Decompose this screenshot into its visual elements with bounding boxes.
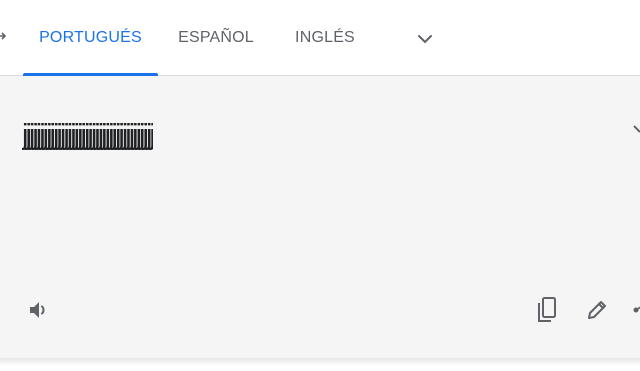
copy-icon: [538, 297, 556, 322]
translate-source-card: PORTUGUÉS ESPAÑOL INGLÉS jjjjjjjjjjjjjjj…: [0, 0, 640, 371]
language-tab-bar: PORTUGUÉS ESPAÑOL INGLÉS: [0, 0, 640, 76]
tab-portugues[interactable]: PORTUGUÉS: [23, 0, 158, 76]
copy-button[interactable]: [531, 294, 563, 326]
swap-arrows-icon[interactable]: [0, 28, 8, 44]
source-text[interactable]: jjjjjjjjjjjjjjjjjjjjjjjjjjjjjjjjjjjjjj: [22, 115, 153, 155]
panel-shadow: [0, 358, 640, 371]
speaker-icon: [30, 302, 45, 318]
close-icon[interactable]: [632, 124, 640, 136]
tab-label: PORTUGUÉS: [39, 28, 142, 46]
tab-label: ESPAÑOL: [178, 28, 254, 46]
tab-label: INGLÉS: [295, 28, 355, 46]
share-icon[interactable]: [630, 298, 640, 322]
tab-ingles[interactable]: INGLÉS: [286, 0, 364, 75]
tab-espanol[interactable]: ESPAÑOL: [168, 0, 264, 75]
more-languages-button[interactable]: [408, 22, 442, 56]
pencil-icon: [588, 301, 606, 319]
chevron-down-icon: [418, 35, 432, 44]
listen-button[interactable]: [22, 294, 54, 326]
edit-button[interactable]: [580, 294, 612, 326]
